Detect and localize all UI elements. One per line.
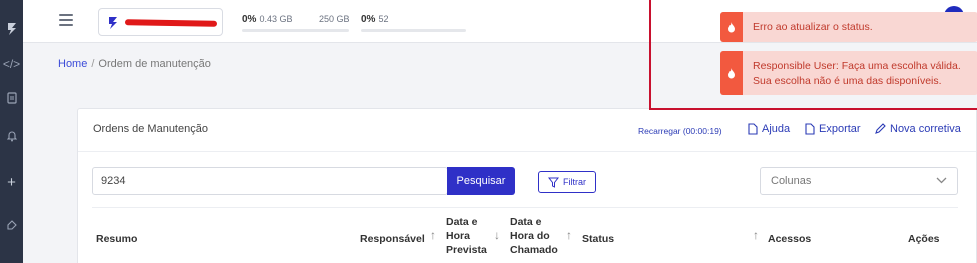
header-line: Data e <box>446 216 478 228</box>
maintenance-orders-card: Ordens de Manutenção Recarregar (00:00:1… <box>77 108 977 263</box>
sort-up-icon[interactable]: ↑ <box>566 228 572 242</box>
add-icon[interactable]: + <box>0 175 23 191</box>
toast-message: Responsible User: Faça uma escolha válid… <box>743 51 971 95</box>
new-corrective-label: Nova corretiva <box>890 123 961 135</box>
column-header-data-prevista[interactable]: Data e Hora Prevista <box>446 215 487 257</box>
columns-select[interactable]: Colunas <box>760 167 958 195</box>
menu-icon[interactable] <box>59 14 73 29</box>
filter-button[interactable]: Filtrar <box>538 171 596 193</box>
fire-icon <box>720 12 743 42</box>
column-header-acessos[interactable]: Acessos <box>768 232 811 246</box>
column-header-data-chamado[interactable]: Data e Hora do Chamado <box>510 215 558 257</box>
new-corrective-button[interactable]: Nova corretiva <box>874 123 961 135</box>
search-input[interactable]: 9234 <box>92 167 448 195</box>
fire-icon <box>720 51 743 95</box>
document-icon <box>748 123 758 135</box>
column-header-acoes: Ações <box>908 233 940 245</box>
count-progress-bar <box>361 29 466 32</box>
count-value: 52 <box>378 14 389 24</box>
reload-link[interactable]: Recarregar (00:00:19) <box>638 126 722 136</box>
export-button[interactable]: Exportar <box>805 123 861 135</box>
document-icon[interactable] <box>0 92 23 104</box>
header-line: Prevista <box>446 244 487 256</box>
code-icon[interactable]: </> <box>0 56 23 72</box>
app-logo-icon[interactable] <box>0 22 23 36</box>
storage-total: 250 GB <box>319 14 350 24</box>
storage-metric: 0% 0.43 GB <box>242 14 292 25</box>
breadcrumb-separator: / <box>91 58 95 70</box>
document-icon <box>805 123 815 135</box>
columns-placeholder: Colunas <box>771 175 812 187</box>
sort-up-icon[interactable]: ↑ <box>430 228 436 242</box>
header-line: Chamado <box>510 244 558 256</box>
sort-up-icon[interactable]: ↑ <box>753 228 759 242</box>
help-button[interactable]: Ajuda <box>748 123 790 135</box>
chevron-down-icon <box>936 176 947 188</box>
toast-line: Responsible User: Faça uma escolha válid… <box>753 60 961 72</box>
header-line: Data e <box>510 216 542 228</box>
column-header-status[interactable]: Status <box>582 232 614 246</box>
card-divider <box>78 151 976 152</box>
table-header-divider <box>92 207 958 208</box>
card-title: Ordens de Manutenção <box>93 123 208 135</box>
header-line: Hora <box>446 230 470 242</box>
sort-down-icon[interactable]: ↓ <box>494 228 500 242</box>
redacted-company-name <box>124 19 218 27</box>
column-header-responsavel[interactable]: Responsável <box>360 232 425 246</box>
column-header-resumo[interactable]: Resumo <box>96 232 137 246</box>
breadcrumb-current: Ordem de manutenção <box>98 58 211 70</box>
company-logo-icon <box>107 16 119 35</box>
toast-line: Sua escolha não é uma das disponíveis. <box>753 75 942 87</box>
breadcrumb-home-link[interactable]: Home <box>58 58 87 70</box>
header-line: Hora do <box>510 230 550 242</box>
help-label: Ajuda <box>762 123 791 135</box>
count-percent: 0% <box>361 14 376 25</box>
toast-message: Erro ao atualizar o status. <box>753 21 873 33</box>
filter-label: Filtrar <box>563 177 586 187</box>
search-button[interactable]: Pesquisar <box>447 167 515 195</box>
count-metric: 0% 52 <box>361 14 388 25</box>
error-toast[interactable]: Responsible User: Faça uma escolha válid… <box>720 51 977 95</box>
side-rail: </> + <box>0 0 23 263</box>
storage-percent: 0% <box>242 14 257 25</box>
error-toast[interactable]: Erro ao atualizar o status. <box>720 12 977 42</box>
breadcrumb: Home / Ordem de manutenção <box>58 58 211 70</box>
storage-used: 0.43 GB <box>259 14 293 24</box>
pencil-icon <box>875 123 886 134</box>
bell-icon[interactable] <box>0 130 23 142</box>
export-label: Exportar <box>819 123 861 135</box>
company-selector[interactable] <box>98 8 223 36</box>
tag-icon[interactable] <box>0 220 23 231</box>
filter-icon <box>548 177 559 188</box>
storage-progress-bar <box>242 29 349 32</box>
